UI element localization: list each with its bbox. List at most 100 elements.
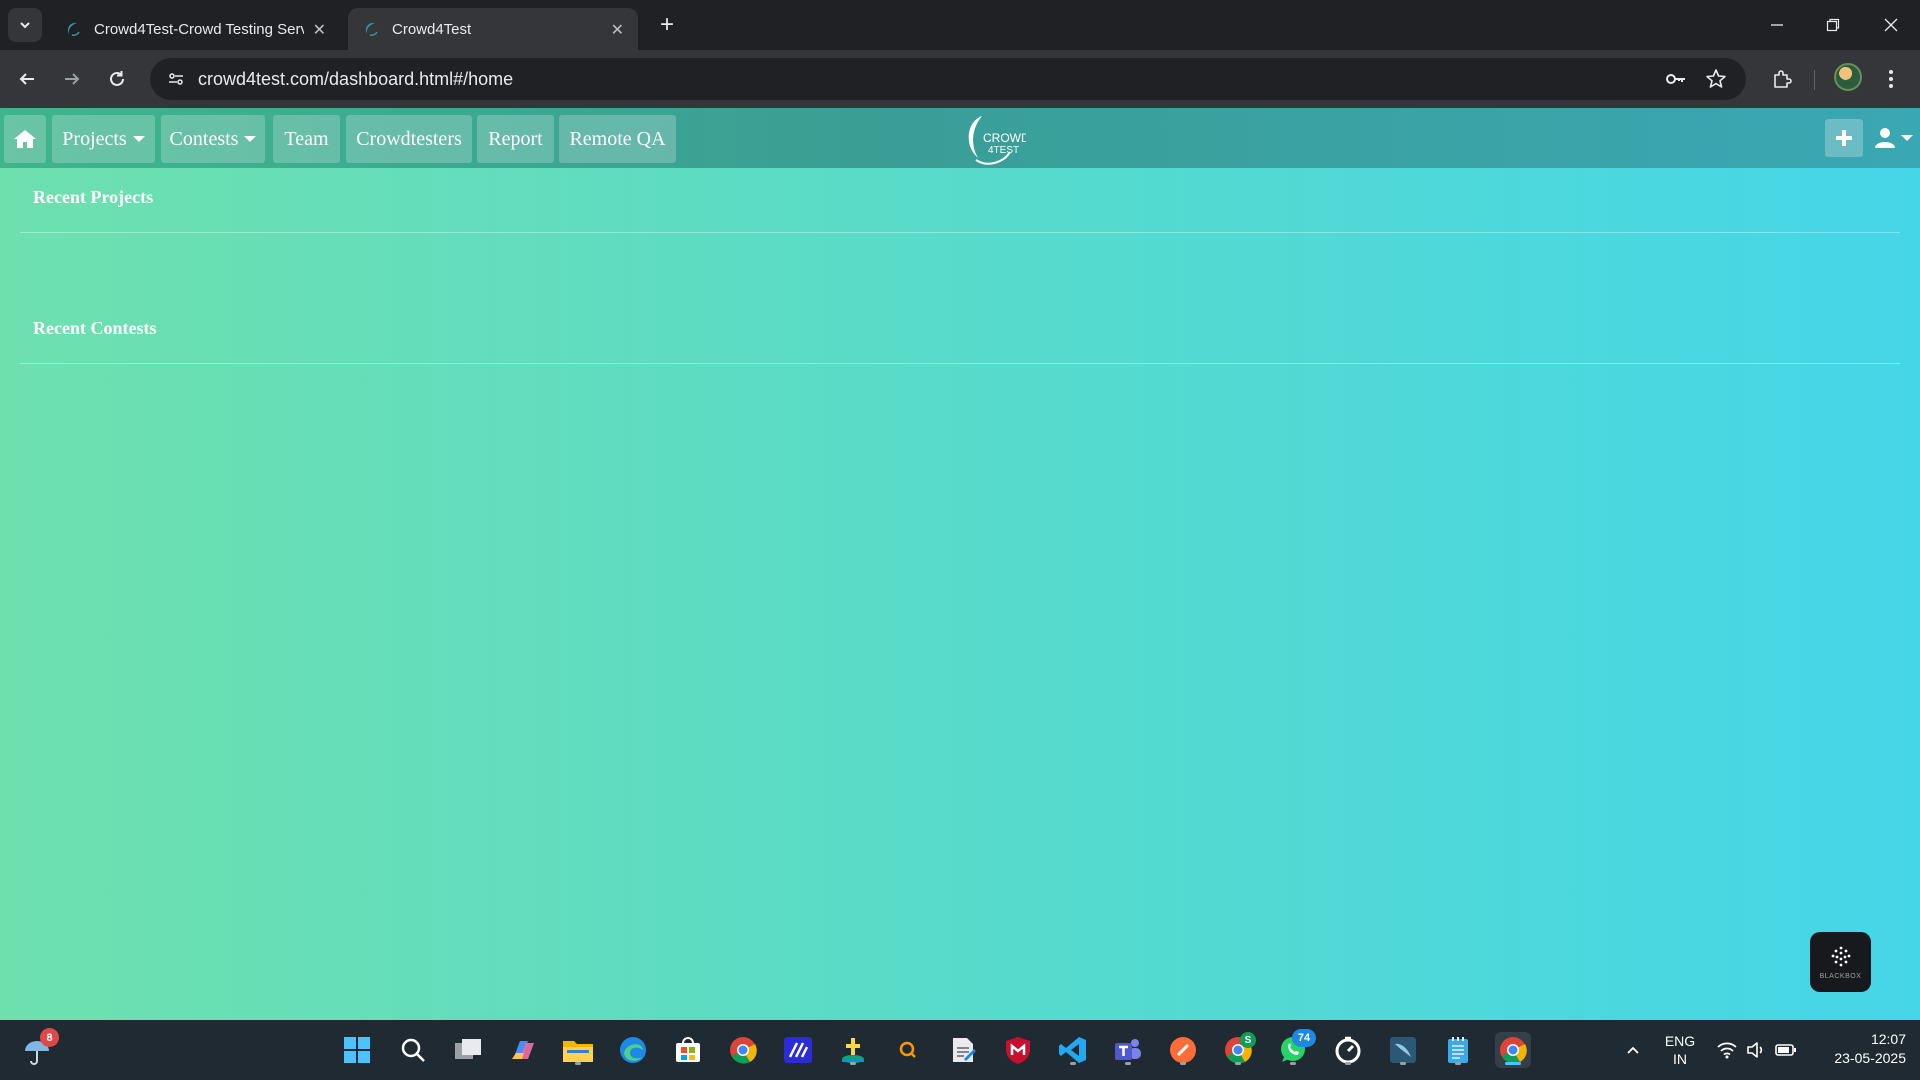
restore-icon — [1826, 18, 1840, 32]
nav-contests-dropdown[interactable]: Contests — [161, 115, 265, 163]
browser-tab-1[interactable]: Crowd4Test-Crowd Testing Serv ✕ — [50, 8, 340, 50]
close-tab-icon[interactable]: ✕ — [313, 20, 326, 40]
nav-projects-label: Projects — [62, 127, 127, 150]
add-button[interactable] — [1825, 119, 1863, 157]
new-tab-button[interactable]: + — [652, 10, 682, 40]
chrome-active-app[interactable] — [1495, 1032, 1531, 1068]
show-hidden-icons-button[interactable] — [1620, 1020, 1646, 1080]
section-divider — [20, 363, 1900, 364]
battery-icon — [1775, 1044, 1796, 1056]
vscode-app[interactable] — [1055, 1032, 1091, 1068]
wifi-status[interactable] — [1714, 1020, 1740, 1080]
battery-status[interactable] — [1773, 1020, 1799, 1080]
windows-taskbar: 8 S 74 ENG IN 12:07 23-05-2025 — [0, 1020, 1920, 1080]
mcafee-app[interactable] — [1000, 1032, 1036, 1068]
document-editor-app[interactable] — [945, 1032, 981, 1068]
nav-remote-qa[interactable]: Remote QA — [559, 115, 676, 163]
nav-projects-dropdown[interactable]: Projects — [52, 115, 155, 163]
database-workbench-app[interactable] — [1385, 1032, 1421, 1068]
document-pen-icon — [953, 1038, 976, 1062]
windows-logo-icon — [344, 1037, 370, 1063]
close-tab-icon[interactable]: ✕ — [611, 20, 624, 40]
search-tool-app[interactable] — [890, 1032, 926, 1068]
home-button[interactable] — [4, 115, 46, 163]
teams-icon — [1115, 1039, 1141, 1060]
bookmark-star-icon[interactable] — [1704, 67, 1728, 91]
arrow-left-icon — [19, 73, 34, 85]
region-code: IN — [1673, 1051, 1687, 1067]
edge-icon — [620, 1037, 646, 1063]
chevron-up-icon — [1627, 1046, 1639, 1054]
password-key-icon[interactable] — [1664, 67, 1688, 91]
tab-search-button[interactable] — [8, 8, 42, 42]
nav-team[interactable]: Team — [273, 115, 340, 163]
microsoft-store-app[interactable] — [670, 1032, 706, 1068]
more-vertical-icon — [1889, 70, 1893, 88]
visual-studio-app[interactable] — [780, 1032, 816, 1068]
language-indicator[interactable]: ENG IN — [1660, 1032, 1700, 1068]
postman-app[interactable] — [1165, 1032, 1201, 1068]
reload-icon — [110, 71, 124, 86]
crowd4test-logo[interactable]: CROWD 4TEST — [960, 112, 1030, 166]
clock-date: 23-05-2025 — [1834, 1050, 1906, 1066]
nav-crowdtesters[interactable]: Crowdtesters — [346, 115, 472, 163]
forward-button[interactable] — [57, 64, 87, 94]
search-button[interactable] — [395, 1032, 431, 1068]
back-button[interactable] — [12, 64, 42, 94]
recent-contests-heading: Recent Contests — [33, 318, 157, 338]
language-code: ENG — [1664, 1033, 1696, 1049]
dashboard-page: Projects Contests Team Crowdtesters Repo… — [0, 108, 1920, 1020]
svg-text:CROWD: CROWD — [983, 131, 1026, 145]
caret-down-icon — [132, 136, 145, 142]
close-window-button[interactable] — [1876, 10, 1906, 40]
crowd4test-favicon — [365, 22, 378, 36]
chrome-profile-badge: S — [1240, 1032, 1256, 1048]
blackbox-widget-button[interactable]: BLACKBOX — [1810, 932, 1871, 992]
browser-toolbar: crowd4test.com/dashboard.html#/home — [0, 50, 1920, 108]
toolbar-divider — [1814, 70, 1815, 90]
task-view-icon — [455, 1039, 481, 1059]
plus-icon — [1836, 130, 1852, 146]
section-divider — [20, 232, 1900, 233]
chrome-menu-button[interactable] — [1876, 64, 1906, 94]
notepad-icon — [1448, 1037, 1468, 1063]
notepad-app[interactable] — [1440, 1032, 1476, 1068]
browser-tab-strip: Crowd4Test-Crowd Testing Serv ✕ Crowd4Te… — [0, 0, 1920, 50]
site-info-icon[interactable] — [164, 67, 188, 91]
profile-avatar[interactable] — [1834, 63, 1862, 91]
teams-app[interactable] — [1110, 1032, 1146, 1068]
caret-down-icon — [1901, 135, 1913, 141]
recent-projects-heading: Recent Projects — [33, 187, 154, 207]
extensions-button[interactable] — [1767, 64, 1797, 94]
home-icon — [14, 130, 36, 148]
restore-button[interactable] — [1818, 10, 1848, 40]
nav-team-label: Team — [284, 127, 329, 150]
edge-app[interactable] — [615, 1032, 651, 1068]
address-bar[interactable]: crowd4test.com/dashboard.html#/home — [150, 58, 1746, 100]
search-icon — [401, 1038, 425, 1062]
chrome-app[interactable] — [725, 1032, 761, 1068]
browser-tab-2[interactable]: Crowd4Test ✕ — [348, 8, 638, 50]
volume-status[interactable] — [1743, 1020, 1769, 1080]
stopwatch-icon — [1335, 1036, 1361, 1064]
copilot-app[interactable] — [505, 1032, 541, 1068]
nav-crowdtesters-label: Crowdtesters — [356, 127, 462, 150]
minimize-button[interactable] — [1762, 10, 1792, 40]
chrome-icon — [1500, 1037, 1527, 1064]
weather-badge: 8 — [40, 1028, 59, 1047]
task-view-button[interactable] — [450, 1032, 486, 1068]
store-icon — [676, 1037, 700, 1062]
file-explorer-app[interactable] — [560, 1032, 596, 1068]
start-button[interactable] — [339, 1032, 375, 1068]
whatsapp-badge: 74 — [1292, 1029, 1316, 1047]
clock[interactable]: 12:07 23-05-2025 — [1812, 1030, 1906, 1068]
nav-report[interactable]: Report — [477, 115, 554, 163]
reload-button[interactable] — [102, 64, 132, 94]
chevron-down-icon — [20, 22, 30, 29]
user-menu-dropdown[interactable] — [1874, 122, 1914, 154]
circle-search-icon — [899, 1041, 916, 1058]
timer-app[interactable] — [1330, 1032, 1366, 1068]
url-text[interactable]: crowd4test.com/dashboard.html#/home — [198, 69, 513, 90]
vs-icon — [784, 1037, 812, 1063]
teams-classic-app[interactable] — [835, 1032, 871, 1068]
